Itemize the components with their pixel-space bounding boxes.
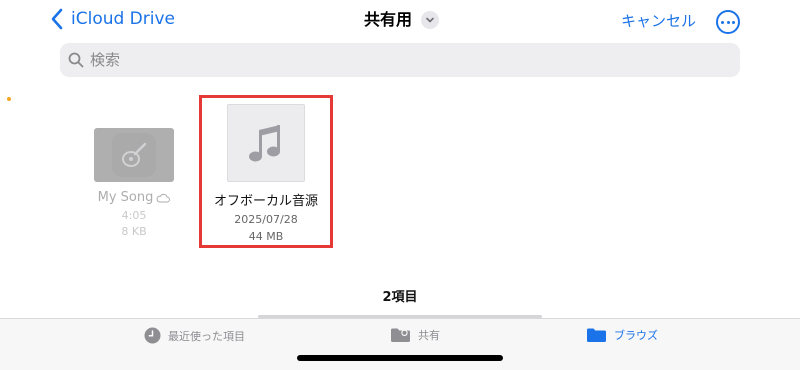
file-item-my-song[interactable]: My Song 4:05 8 KB <box>80 128 188 240</box>
tab-shared[interactable]: 共有 <box>390 327 440 343</box>
file-name: オフボーカル音源 <box>213 194 318 209</box>
tab-browse[interactable]: ブラウズ <box>586 327 658 343</box>
chevron-left-icon <box>51 8 63 30</box>
tab-label: 最近使った項目 <box>168 329 245 343</box>
search-bar <box>60 43 740 77</box>
tab-recents[interactable]: 最近使った項目 <box>144 327 245 344</box>
chevron-down-icon <box>421 11 440 29</box>
tab-bar: 最近使った項目 共有 ブラウズ <box>0 318 800 370</box>
back-button[interactable]: iCloud Drive <box>50 8 175 30</box>
folder-title-menu[interactable]: 共有用 <box>364 9 440 31</box>
file-size: 8 KB <box>121 225 147 238</box>
back-button-label: iCloud Drive <box>71 9 176 29</box>
tab-label: ブラウズ <box>614 329 658 342</box>
search-input[interactable] <box>90 51 690 69</box>
file-name: My Song <box>97 190 154 205</box>
file-thumbnail <box>227 104 305 182</box>
home-indicator[interactable] <box>297 355 503 361</box>
file-thumbnail <box>94 128 174 182</box>
folder-icon <box>586 327 607 343</box>
item-count: 2項目 <box>382 290 418 305</box>
file-date: 2025/07/28 <box>234 213 298 226</box>
navigation-bar: iCloud Drive 共有用 キャンセル <box>0 0 800 40</box>
garageband-icon <box>112 133 156 177</box>
music-note-icon <box>249 125 280 162</box>
cloud-icon <box>156 193 171 202</box>
more-options-icon[interactable] <box>716 10 740 34</box>
clock-icon <box>144 327 161 344</box>
tab-label: 共有 <box>418 329 440 342</box>
shared-folder-icon <box>390 327 411 343</box>
search-icon <box>68 52 84 68</box>
cancel-button[interactable]: キャンセル <box>621 10 696 32</box>
status-dot <box>7 97 11 101</box>
file-size: 44 MB <box>248 230 284 243</box>
file-item-off-vocal[interactable]: オフボーカル音源 2025/07/28 44 MB <box>202 98 330 245</box>
file-duration: 4:05 <box>121 209 147 222</box>
page-title: 共有用 <box>364 10 413 29</box>
file-name-row: My Song <box>80 190 188 205</box>
